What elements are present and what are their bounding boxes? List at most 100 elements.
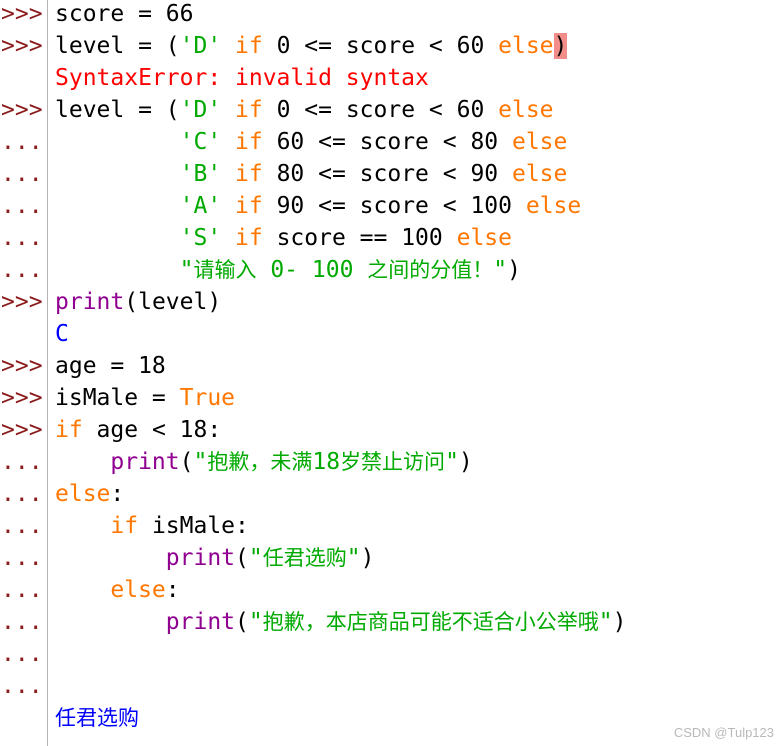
code-token: isMale = bbox=[55, 385, 180, 411]
shell-line[interactable]: ... bbox=[0, 638, 784, 670]
code-token: "抱歉，本店商品可能不适合小公举哦" bbox=[248, 609, 613, 635]
code-token: 0 <= score < 60 bbox=[262, 33, 499, 59]
shell-prompt: ... bbox=[1, 641, 43, 667]
code-token: level = ( bbox=[55, 33, 180, 59]
python-shell[interactable]: >>> score = 66 >>> level = ('D' if 0 <= sco… bbox=[0, 0, 784, 746]
shell-line[interactable]: >>> score = 66 bbox=[0, 0, 784, 30]
shell-prompt: ... bbox=[1, 257, 43, 283]
code-token: "任君选购" bbox=[248, 545, 361, 571]
shell-prompt: >>> bbox=[1, 353, 43, 379]
code-text[interactable]: print(level) bbox=[55, 286, 221, 318]
shell-line[interactable]: ... print("任君选购") bbox=[0, 542, 784, 574]
shell-line[interactable]: ... 'A' if 90 <= score < 100 else bbox=[0, 190, 784, 222]
code-token: print bbox=[165, 545, 236, 571]
code-token: if bbox=[235, 193, 263, 219]
code-token: if bbox=[235, 161, 263, 187]
shell-prompt: ... bbox=[1, 609, 43, 635]
shell-line[interactable]: C bbox=[0, 318, 784, 350]
watermark: CSDN @Tulp123 bbox=[673, 725, 774, 740]
code-token: True bbox=[179, 385, 236, 411]
code-token: (level) bbox=[124, 289, 222, 315]
code-token: "抱歉，未满18岁禁止访问" bbox=[193, 449, 459, 475]
code-token: 'A' bbox=[179, 193, 222, 219]
code-text[interactable]: else: bbox=[55, 478, 124, 510]
output-text: C bbox=[55, 321, 69, 347]
code-text[interactable]: C bbox=[55, 318, 69, 350]
shell-line[interactable]: ... if isMale: bbox=[0, 510, 784, 542]
code-token: age = 18 bbox=[55, 353, 166, 379]
cursor-highlight: ) bbox=[553, 33, 568, 59]
shell-prompt: ... bbox=[1, 193, 43, 219]
shell-line[interactable]: >>> print(level) bbox=[0, 286, 784, 318]
code-token: ) bbox=[458, 449, 473, 475]
code-token: if bbox=[110, 513, 139, 539]
code-token: level = ( bbox=[55, 97, 180, 123]
code-text[interactable]: print("任君选购") bbox=[55, 542, 375, 574]
code-token: score == 100 bbox=[262, 225, 457, 251]
code-text[interactable]: if age < 18: bbox=[55, 414, 221, 446]
shell-prompt: >>> bbox=[1, 289, 43, 315]
code-text[interactable]: score = 66 bbox=[55, 0, 193, 30]
shell-line[interactable]: >>> age = 18 bbox=[0, 350, 784, 382]
code-text[interactable]: 'A' if 90 <= score < 100 else bbox=[55, 190, 582, 222]
shell-line[interactable]: ... 'C' if 60 <= score < 80 else bbox=[0, 126, 784, 158]
shell-line[interactable]: 任君选购 bbox=[0, 702, 784, 734]
code-token: 0 <= score < 60 bbox=[262, 97, 499, 123]
code-text[interactable]: isMale = True bbox=[55, 382, 235, 414]
code-token: score = 66 bbox=[55, 1, 194, 27]
code-text[interactable]: 任君选购 bbox=[55, 702, 139, 734]
code-token: ) bbox=[507, 257, 521, 283]
code-text[interactable]: print("抱歉，未满18岁禁止访问") bbox=[55, 446, 473, 478]
shell-line[interactable]: ... 'S' if score == 100 else bbox=[0, 222, 784, 254]
code-token: print bbox=[165, 609, 236, 635]
shell-line[interactable]: ... "请输入 0- 100 之间的分值！") bbox=[0, 254, 784, 286]
code-text[interactable]: print("抱歉，本店商品可能不适合小公举哦") bbox=[55, 606, 627, 638]
shell-line[interactable]: >>> isMale = True bbox=[0, 382, 784, 414]
shell-line[interactable]: ... bbox=[0, 670, 784, 702]
shell-line[interactable]: ... print("抱歉，未满18岁禁止访问") bbox=[0, 446, 784, 478]
code-token: else bbox=[55, 481, 111, 507]
shell-prompt: ... bbox=[1, 673, 43, 699]
code-text[interactable]: level = ('D' if 0 <= score < 60 else bbox=[55, 94, 554, 126]
shell-prompt: >>> bbox=[1, 417, 43, 443]
code-text[interactable]: age = 18 bbox=[55, 350, 166, 382]
code-text[interactable]: "请输入 0- 100 之间的分值！") bbox=[55, 254, 521, 286]
shell-line[interactable]: ... 'B' if 80 <= score < 90 else bbox=[0, 158, 784, 190]
code-token: age < 18: bbox=[82, 417, 222, 443]
code-text[interactable]: if isMale: bbox=[55, 510, 248, 542]
code-text[interactable]: 'S' if score == 100 else bbox=[55, 222, 512, 254]
error-message: SyntaxError: invalid syntax bbox=[55, 65, 429, 91]
code-token: ( bbox=[235, 609, 249, 635]
shell-prompt: ... bbox=[1, 545, 43, 571]
shell-line[interactable]: SyntaxError: invalid syntax bbox=[0, 62, 784, 94]
code-text[interactable]: else: bbox=[55, 574, 180, 606]
shell-line[interactable]: >>> level = ('D' if 0 <= score < 60 else bbox=[0, 94, 784, 126]
code-text[interactable]: SyntaxError: invalid syntax bbox=[55, 62, 429, 94]
shell-line[interactable]: >>> if age < 18: bbox=[0, 414, 784, 446]
shell-prompt: ... bbox=[1, 225, 43, 251]
shell-line[interactable]: ... else: bbox=[0, 574, 784, 606]
code-token: else bbox=[498, 97, 554, 123]
code-token: else bbox=[456, 225, 512, 251]
code-text[interactable]: level = ('D' if 0 <= score < 60 else) bbox=[55, 30, 568, 62]
code-token: : bbox=[165, 577, 180, 603]
code-token: if bbox=[55, 417, 83, 443]
code-text[interactable]: 'B' if 80 <= score < 90 else bbox=[55, 158, 568, 190]
shell-prompt: ... bbox=[1, 481, 43, 507]
code-token: ( bbox=[179, 449, 194, 475]
shell-line[interactable]: >>> level = ('D' if 0 <= score < 60 else) bbox=[0, 30, 784, 62]
shell-line[interactable]: ... else: bbox=[0, 478, 784, 510]
code-text[interactable]: 'C' if 60 <= score < 80 else bbox=[55, 126, 568, 158]
shell-line[interactable]: ... print("抱歉，本店商品可能不适合小公举哦") bbox=[0, 606, 784, 638]
code-token: 'C' bbox=[179, 129, 222, 155]
code-token: print bbox=[110, 449, 180, 475]
